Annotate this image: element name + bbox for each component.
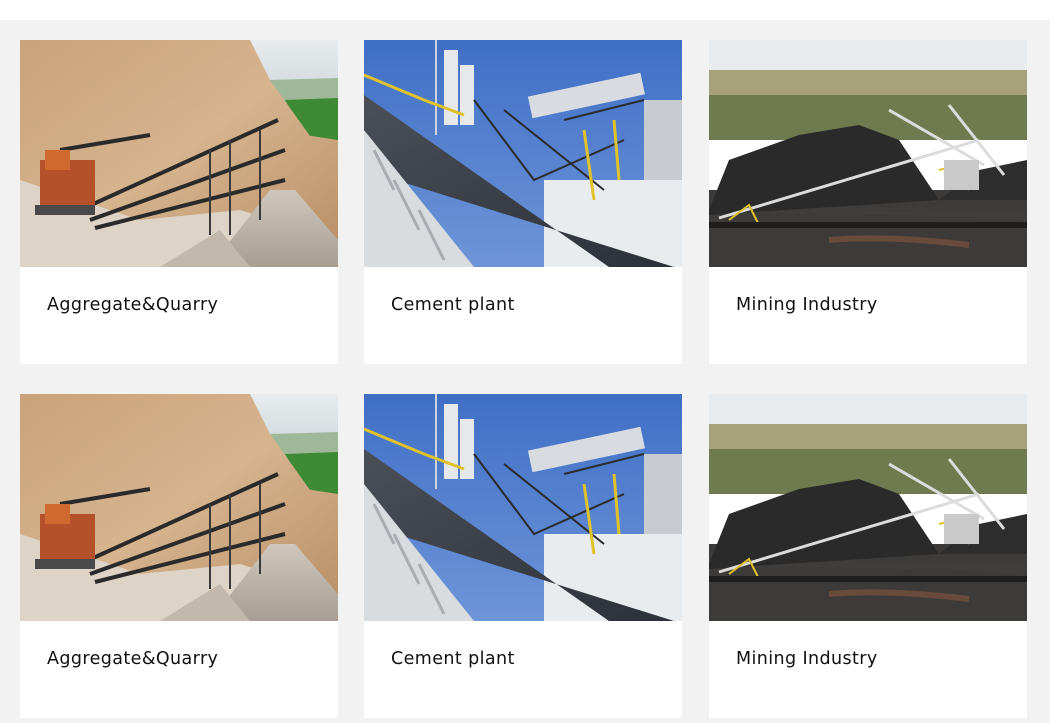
industry-card-aggregate-quarry[interactable]: Aggregate&Quarry (20, 394, 338, 718)
scrollbar-gutter (1050, 20, 1059, 723)
cement-plant-photo[interactable] (364, 394, 682, 621)
quarry-photo[interactable] (20, 394, 338, 621)
industry-card-aggregate-quarry[interactable]: Aggregate&Quarry (20, 40, 338, 364)
card-title[interactable]: Aggregate&Quarry (47, 295, 218, 315)
mining-photo[interactable] (709, 40, 1027, 267)
card-title[interactable]: Mining Industry (736, 295, 878, 315)
industry-card-cement-plant[interactable]: Cement plant (364, 394, 682, 718)
card-title[interactable]: Cement plant (391, 295, 515, 315)
card-title[interactable]: Aggregate&Quarry (47, 649, 218, 669)
mining-photo[interactable] (709, 394, 1027, 621)
quarry-photo[interactable] (20, 40, 338, 267)
industry-card-mining-industry[interactable]: Mining Industry (709, 394, 1027, 718)
industry-card-mining-industry[interactable]: Mining Industry (709, 40, 1027, 364)
card-title[interactable]: Mining Industry (736, 649, 878, 669)
cement-plant-photo[interactable] (364, 40, 682, 267)
card-title[interactable]: Cement plant (391, 649, 515, 669)
industry-card-cement-plant[interactable]: Cement plant (364, 40, 682, 364)
